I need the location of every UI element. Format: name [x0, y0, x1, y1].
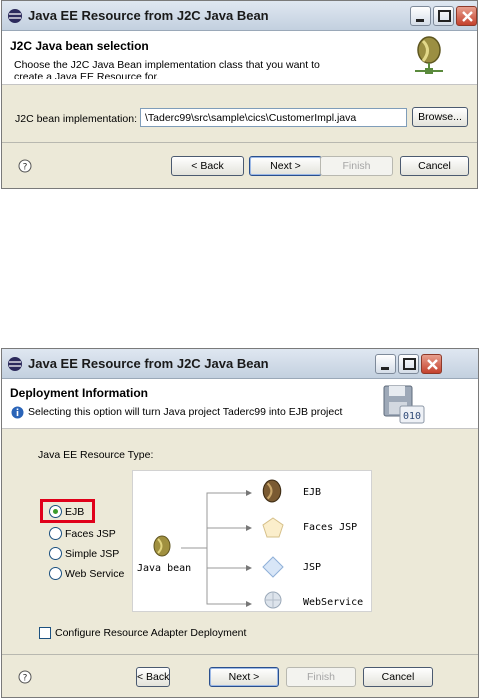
- ejb-bean-icon: [262, 479, 282, 503]
- radio-faces-jsp-label: Faces JSP: [65, 528, 116, 540]
- cancel-button[interactable]: Cancel: [363, 667, 433, 687]
- faces-jsp-icon: [262, 517, 284, 538]
- cancel-button[interactable]: Cancel: [400, 156, 469, 176]
- resource-type-diagram: Java bean EJB Faces JSP JSP WebService: [132, 470, 372, 612]
- help-icon[interactable]: ?: [18, 159, 32, 173]
- radio-ejb[interactable]: [49, 505, 62, 518]
- close-icon: [462, 11, 473, 22]
- title-bar[interactable]: Java EE Resource from J2C Java Bean: [2, 349, 478, 379]
- wizard-body: Java EE Resource Type: EJB Faces JSP Sim…: [2, 430, 478, 697]
- page-description: Choose the J2C Java Bean implementation …: [14, 59, 320, 79]
- minimize-icon: [416, 19, 424, 22]
- window-title: Java EE Resource from J2C Java Bean: [28, 356, 269, 371]
- configure-checkbox[interactable]: [39, 627, 51, 639]
- close-button[interactable]: [421, 354, 442, 374]
- dialog-j2c-bean-selection: Java EE Resource from J2C Java Bean J2C …: [1, 0, 478, 189]
- wizard-body: J2C bean implementation: \Taderc99\src\s…: [2, 86, 477, 188]
- next-button[interactable]: Next >: [249, 156, 322, 176]
- close-button[interactable]: [456, 6, 477, 26]
- separator: [2, 654, 478, 655]
- radio-faces-jsp[interactable]: [49, 527, 62, 540]
- deployment-disk-banner-icon: 010: [383, 385, 425, 424]
- back-button[interactable]: < Back: [136, 667, 171, 687]
- configure-label: Configure Resource Adapter Deployment: [55, 627, 247, 639]
- java-bean-banner-icon: [415, 36, 443, 74]
- radio-ejb-label: EJB: [65, 506, 85, 518]
- svg-text:?: ?: [23, 674, 28, 684]
- web-service-globe-icon: [264, 591, 282, 609]
- diagram-target-faces-jsp: Faces JSP: [303, 522, 358, 533]
- jsp-icon: [262, 556, 284, 578]
- eclipse-logo-icon: [8, 357, 22, 371]
- eclipse-logo-icon: [8, 9, 22, 23]
- info-icon: [11, 406, 24, 419]
- diagram-source-label: Java bean: [137, 563, 192, 574]
- impl-label: J2C bean implementation:: [15, 113, 137, 125]
- svg-text:?: ?: [23, 163, 28, 173]
- back-button[interactable]: < Back: [171, 156, 244, 176]
- finish-button[interactable]: Finish: [320, 156, 393, 176]
- maximize-button[interactable]: [398, 354, 419, 374]
- page-title: Deployment Information: [10, 386, 149, 400]
- minimize-button[interactable]: [375, 354, 396, 374]
- browse-button[interactable]: Browse...: [412, 107, 468, 127]
- wizard-header: Deployment Information Selecting this op…: [2, 379, 478, 429]
- radio-simple-jsp-label: Simple JSP: [65, 548, 120, 560]
- title-bar[interactable]: Java EE Resource from J2C Java Bean: [2, 1, 477, 31]
- maximize-button[interactable]: [433, 6, 454, 26]
- radio-web-service-label: Web Service: [65, 568, 125, 580]
- help-icon[interactable]: ?: [18, 670, 32, 684]
- next-button[interactable]: Next >: [209, 667, 279, 687]
- window-title: Java EE Resource from J2C Java Bean: [28, 8, 269, 23]
- minimize-icon: [381, 367, 389, 370]
- separator: [2, 142, 477, 143]
- java-bean-icon: [153, 535, 171, 557]
- diagram-target-ejb: EJB: [303, 487, 322, 498]
- resource-type-label: Java EE Resource Type:: [38, 449, 154, 461]
- diagram-target-jsp: JSP: [303, 562, 322, 573]
- wizard-header: J2C Java bean selection Choose the J2C J…: [2, 31, 477, 85]
- close-icon: [427, 359, 438, 370]
- radio-web-service[interactable]: [49, 567, 62, 580]
- maximize-icon: [438, 10, 451, 22]
- diagram-target-webservice: WebService: [303, 597, 364, 608]
- page-title: J2C Java bean selection: [10, 39, 149, 53]
- impl-path-input[interactable]: \Taderc99\src\sample\cics\CustomerImpl.j…: [140, 108, 407, 127]
- page-description: Selecting this option will turn Java pro…: [28, 406, 343, 418]
- dialog-deployment-information: Java EE Resource from J2C Java Bean Depl…: [1, 348, 479, 698]
- finish-button[interactable]: Finish: [286, 667, 356, 687]
- svg-text:010: 010: [403, 411, 421, 422]
- radio-simple-jsp[interactable]: [49, 547, 62, 560]
- minimize-button[interactable]: [410, 6, 431, 26]
- maximize-icon: [403, 358, 416, 370]
